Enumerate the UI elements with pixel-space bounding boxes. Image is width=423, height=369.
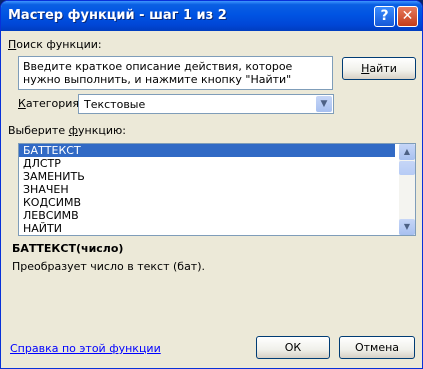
category-select[interactable]: Текстовые ▼ xyxy=(78,94,334,114)
chevron-down-icon[interactable]: ▼ xyxy=(316,96,332,112)
close-button[interactable]: ✕ xyxy=(397,6,418,27)
help-button[interactable]: ? xyxy=(374,6,395,27)
search-description-input[interactable]: Введите краткое описание действия, котор… xyxy=(18,56,333,90)
scroll-up-icon[interactable]: ▲ xyxy=(399,144,415,160)
list-item[interactable]: ЗАМЕНИТЬ xyxy=(19,170,415,183)
category-value: Текстовые xyxy=(84,98,146,111)
dialog-body: Поиск функции: Введите краткое описание … xyxy=(4,31,419,365)
title-bar[interactable]: Мастер функций - шаг 1 из 2 ? ✕ xyxy=(1,1,422,31)
category-label: Категория: xyxy=(18,97,83,110)
list-item[interactable]: ДЛСТР xyxy=(19,157,415,170)
cancel-button[interactable]: Отмена xyxy=(339,336,415,359)
dialog-title: Мастер функций - шаг 1 из 2 xyxy=(8,8,227,23)
scroll-down-icon[interactable]: ▼ xyxy=(399,219,415,235)
function-help-link[interactable]: Справка по этой функции xyxy=(10,342,161,355)
list-item[interactable]: НАЙТИ xyxy=(19,222,415,235)
list-item[interactable]: ЗНАЧЕН xyxy=(19,183,415,196)
find-button[interactable]: Найти xyxy=(342,57,416,80)
close-icon: ✕ xyxy=(401,8,414,24)
list-item[interactable]: КОДСИМВ xyxy=(19,196,415,209)
function-list-label: Выберите функцию: xyxy=(8,124,126,137)
function-description: Преобразует число в текст (бат). xyxy=(12,260,206,273)
search-label: Поиск функции: xyxy=(8,38,102,51)
function-signature: БАТТЕКСТ(число) xyxy=(12,242,124,255)
function-wizard-dialog: Мастер функций - шаг 1 из 2 ? ✕ Поиск фу… xyxy=(0,0,423,369)
ok-button[interactable]: ОК xyxy=(256,336,330,359)
function-listbox[interactable]: БАТТЕКСТ ДЛСТР ЗАМЕНИТЬ ЗНАЧЕН КОДСИМВ Л… xyxy=(18,143,416,236)
list-item[interactable]: БАТТЕКСТ xyxy=(19,144,395,157)
question-icon: ? xyxy=(380,8,389,24)
vertical-scrollbar[interactable]: ▲ ▼ xyxy=(399,144,415,235)
list-item[interactable]: ЛЕВСИМВ xyxy=(19,209,415,222)
scroll-thumb[interactable] xyxy=(399,161,415,175)
